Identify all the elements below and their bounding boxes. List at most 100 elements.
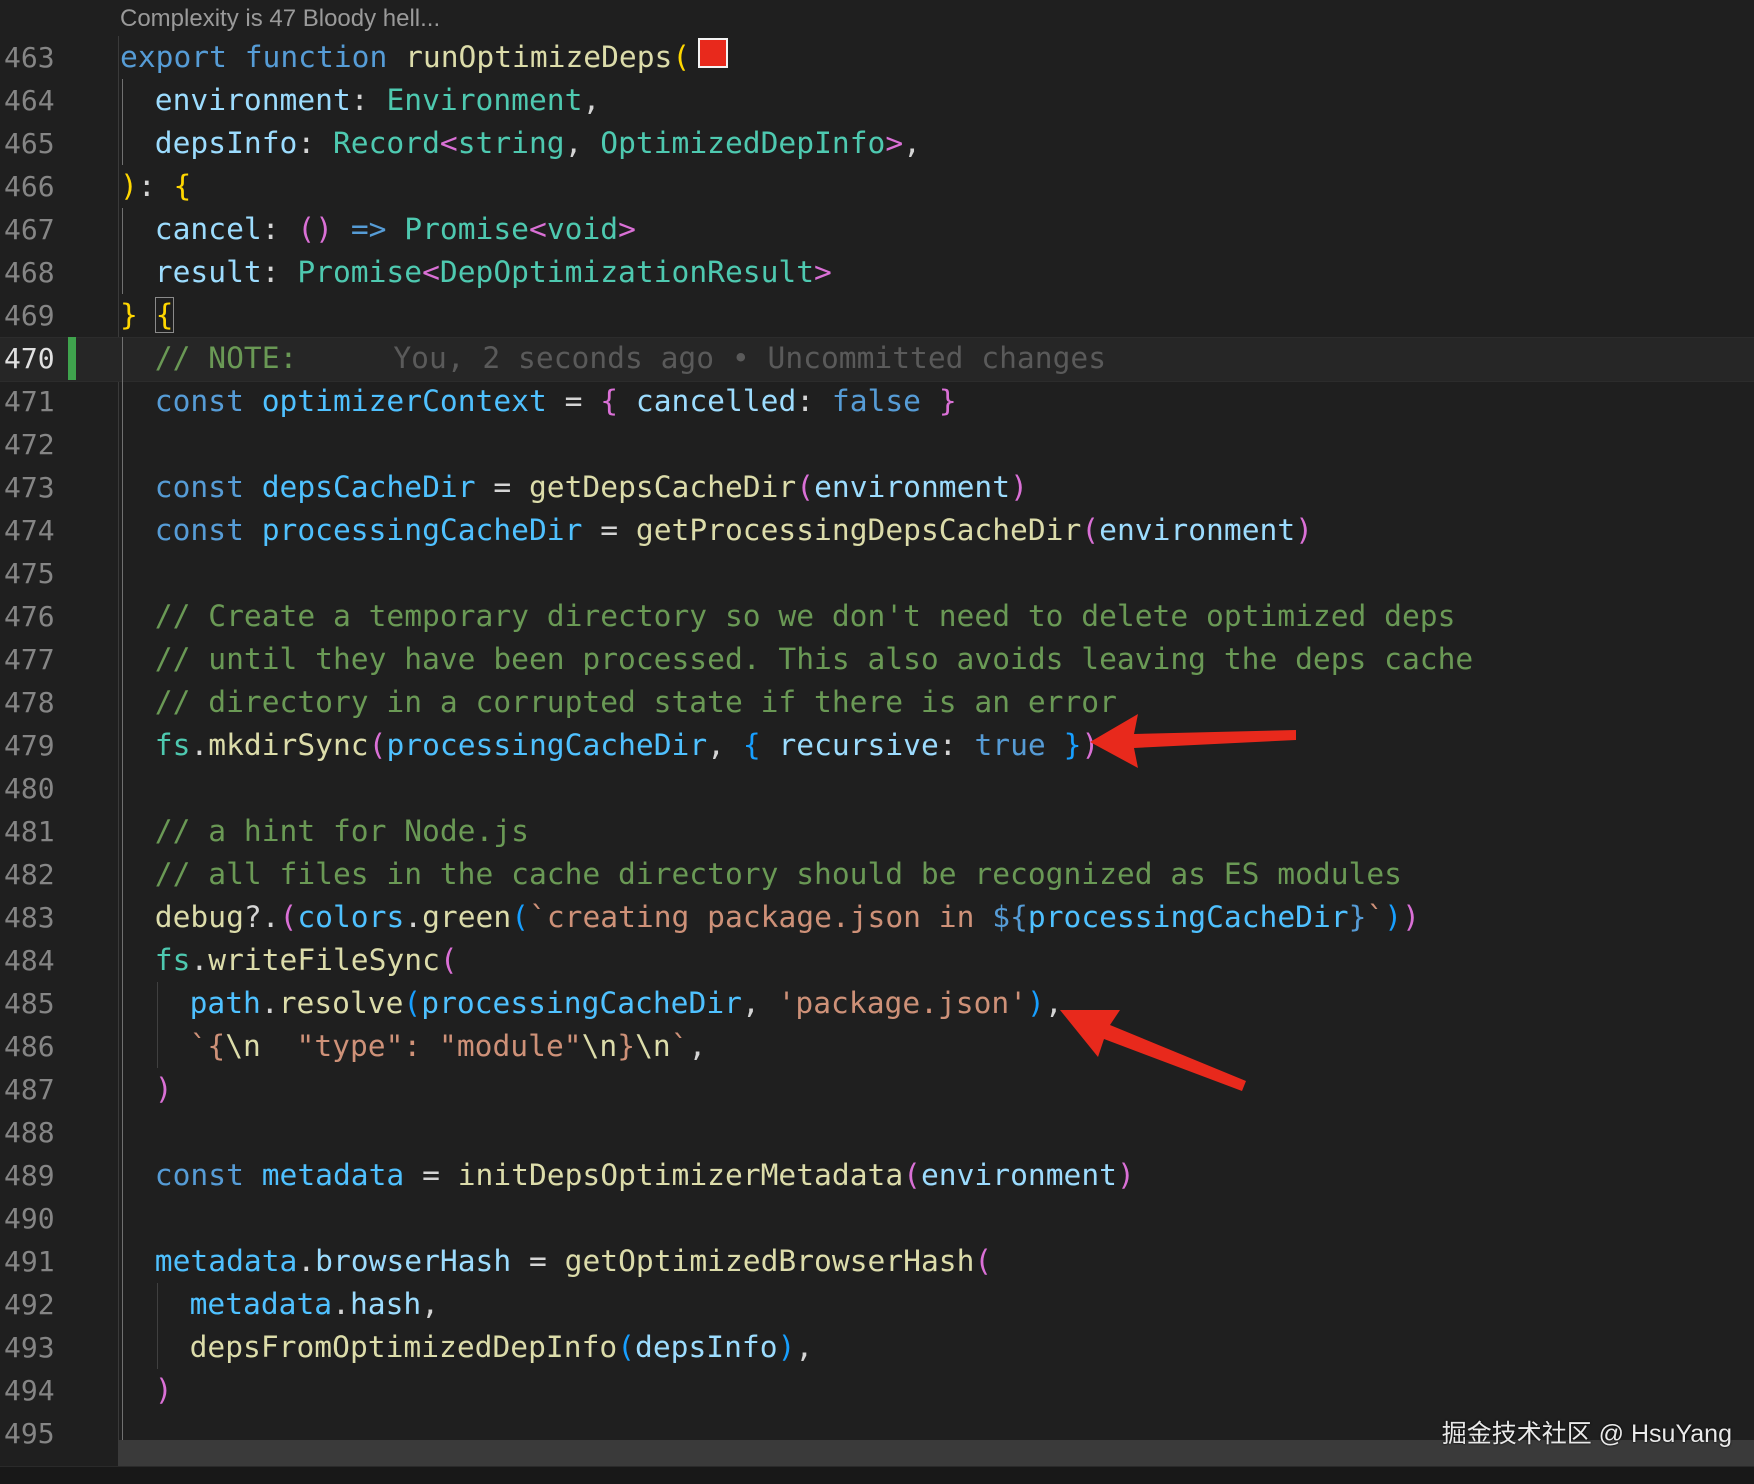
line-number: 482 [4,858,55,891]
line-number: 475 [4,557,55,590]
code-line[interactable]: 474 const processingCacheDir = getProcess… [0,509,1754,552]
code-line[interactable]: 476 // Create a temporary directory so we… [0,595,1754,638]
code-line[interactable]: 485 path.resolve(processingCacheDir, 'pac… [0,982,1754,1025]
line-number: 486 [4,1030,55,1063]
code-line[interactable]: 472 [0,423,1754,466]
line-number: 466 [4,170,55,203]
code-text: const metadata = initDepsOptimizerMetada… [155,1154,1135,1197]
code-line[interactable]: 490 [0,1197,1754,1240]
code-line[interactable]: 464 environment: Environment, [0,79,1754,122]
code-token: debug [154,900,244,934]
code-token: processingCacheDir [261,513,583,547]
line-number: 493 [4,1331,55,1364]
line-number: 477 [4,643,55,676]
code-token: => [350,212,387,246]
code-line[interactable]: 493 depsFromOptimizedDepInfo(depsInfo), [0,1326,1754,1369]
code-line[interactable]: 482 // all files in the cache directory s… [0,853,1754,896]
breakpoint-square-icon [698,38,729,68]
code-line[interactable]: 486 `{\n "type": "module"\n}\n`, [0,1025,1754,1068]
code-token: ` [670,1029,689,1063]
code-line[interactable]: 488 [0,1111,1754,1154]
code-token: recursive [778,728,939,762]
code-line[interactable]: 471 const optimizerContext = { cancelled:… [0,380,1754,423]
code-token: ( [439,943,458,977]
code-line[interactable]: 483 debug?.(colors.green(`creating packag… [0,896,1754,939]
code-token: getProcessingDepsCacheDir [635,513,1082,547]
code-token: metadata [154,1244,298,1278]
code-token: false [831,384,921,418]
code-line[interactable]: 465 depsInfo: Record<string, OptimizedDep… [0,122,1754,165]
code-line[interactable]: 480 [0,767,1754,810]
code-line[interactable]: 492 metadata.hash, [0,1283,1754,1326]
line-number: 473 [4,471,55,504]
line-number: 463 [4,41,55,74]
code-token: ?. [243,900,280,934]
code-token: ) [154,1373,173,1407]
code-token: ) [1384,900,1403,934]
code-token: 'package.json' [777,986,1028,1020]
code-token: const [154,1158,244,1192]
line-number: 481 [4,815,55,848]
code-token: mkdirSync [208,728,369,762]
line-number: 471 [4,385,55,418]
code-text: // all files in the cache directory shou… [155,853,1402,896]
line-number: 470 [4,342,55,375]
code-line[interactable]: 489 const metadata = initDepsOptimizerMet… [0,1154,1754,1197]
code-line[interactable]: 463 export function runOptimizeDeps( [0,36,1754,79]
code-text: export function runOptimizeDeps( [120,36,729,79]
code-text: const depsCacheDir = getDepsCacheDir(env… [155,466,1028,509]
code-line[interactable]: 491 metadata.browserHash = getOptimizedBr… [0,1240,1754,1283]
code-line[interactable]: 478 // directory in a corrupted state if … [0,681,1754,724]
code-line[interactable]: 467 cancel: () => Promise<void> [0,208,1754,251]
code-line[interactable]: 494) [0,1369,1754,1412]
code-line[interactable]: 477 // until they have been processed. Th… [0,638,1754,681]
code-editor[interactable]: Complexity is 47 Bloody hell... 463 expor… [0,0,1754,1484]
line-number: 492 [4,1288,55,1321]
code-token: : [350,83,387,117]
code-token: , [903,126,921,160]
code-line[interactable]: 479 fs.mkdirSync(processingCacheDir, { re… [0,724,1754,767]
line-number: 495 [4,1417,55,1450]
line-number: 479 [4,729,55,762]
code-token: ${ [992,900,1028,934]
code-line[interactable]: 469} { [0,294,1754,337]
code-token: : [261,255,298,289]
line-number: 489 [4,1159,55,1192]
code-token: `{ [189,1029,226,1063]
code-line[interactable]: 481 // a hint for Node.js [0,810,1754,853]
code-token: // all files in the cache directory shou… [154,857,1402,891]
code-token: : [137,169,174,203]
code-text: // Create a temporary directory so we do… [155,595,1456,638]
code-token: , [707,728,743,762]
code-text: ) [155,1068,173,1111]
code-text: } { [120,294,175,337]
code-token: path [189,986,261,1020]
code-token: > [885,126,904,160]
watermark: 掘金技术社区 @ HsuYang [1441,1420,1732,1448]
line-number: 490 [4,1202,55,1235]
code-line[interactable]: 473 const depsCacheDir = getDepsCacheDir(… [0,466,1754,509]
code-line[interactable]: 475 [0,552,1754,595]
code-line[interactable]: 487) [0,1068,1754,1111]
code-text: depsFromOptimizedDepInfo(depsInfo), [190,1326,814,1369]
codelens-complexity[interactable]: Complexity is 47 Bloody hell... [120,2,440,36]
code-text: // until they have been processed. This … [155,638,1473,681]
code-token: Environment [386,83,583,117]
line-number: 478 [4,686,55,719]
code-token: getDepsCacheDir [528,470,797,504]
code-line[interactable]: 468 result: Promise<DepOptimizationResult… [0,251,1754,294]
code-token: ( [403,986,422,1020]
code-line[interactable]: 484 fs.writeFileSync( [0,939,1754,982]
code-token: depsFromOptimizedDepInfo [189,1330,618,1364]
code-token: { [173,169,192,203]
code-token: ) [154,1072,173,1106]
code-token: cancel [154,212,262,246]
code-token: ( [368,728,387,762]
code-line[interactable]: 470 // NOTE: You, 2 seconds ago • Uncommit… [0,337,1754,380]
code-token: . [404,900,423,934]
code-line[interactable]: 466): { [0,165,1754,208]
code-token: ( [617,1330,636,1364]
